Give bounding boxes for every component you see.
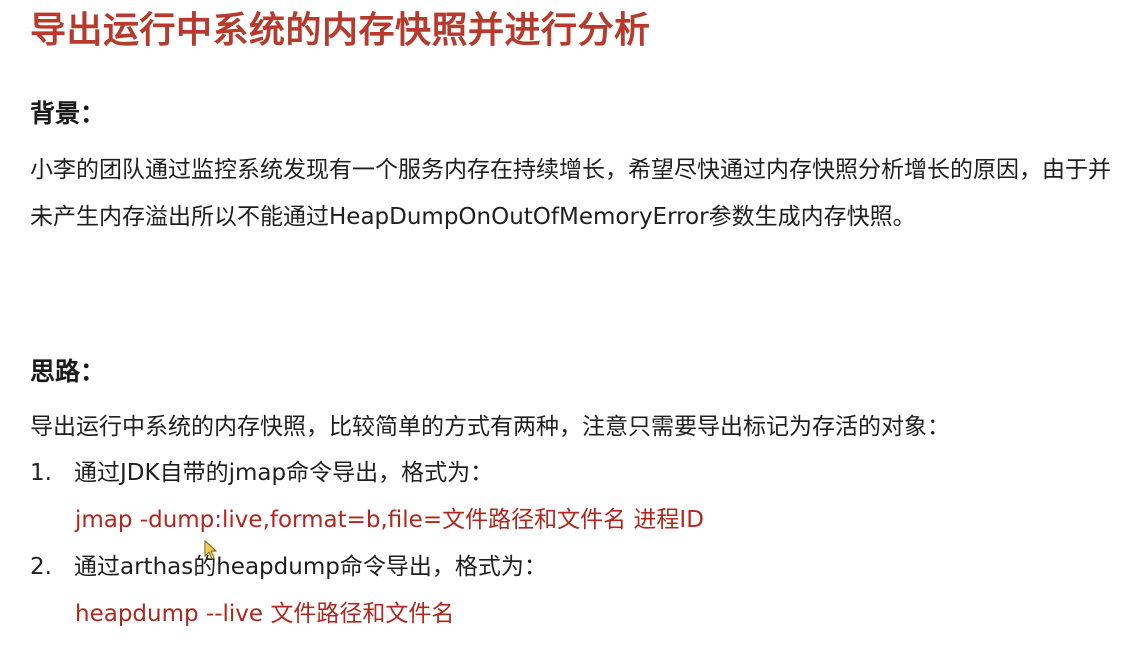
list-number: 1. bbox=[30, 460, 52, 486]
approach-heading: 思路： bbox=[30, 357, 106, 386]
background-paragraph: 小李的团队通过监控系统发现有一个服务内存在持续增长，希望尽快通过内存快照分析增长… bbox=[30, 157, 1111, 230]
mouse-pointer-icon bbox=[204, 540, 217, 560]
slide: 导出运行中系统的内存快照并进行分析 背景： 小李的团队通过监控系统发现有一个服务… bbox=[0, 0, 1122, 646]
list-item-jmap: 1. 通过JDK自带的jmap命令导出，格式为： bbox=[30, 450, 493, 497]
jmap-command: jmap -dump:live,format=b,file=文件路径和文件名 进… bbox=[75, 507, 704, 533]
heapdump-command: heapdump --live 文件路径和文件名 bbox=[75, 601, 455, 627]
approach-intro: 导出运行中系统的内存快照，比较简单的方式有两种，注意只需要导出标记为存活的对象： bbox=[30, 414, 950, 440]
page-title: 导出运行中系统的内存快照并进行分析 bbox=[30, 10, 651, 51]
background-heading: 背景： bbox=[30, 99, 106, 128]
list-number: 2. bbox=[30, 554, 52, 580]
list-item-text: 通过JDK自带的jmap命令导出，格式为： bbox=[74, 460, 494, 486]
list-item-text: 通过arthas的heapdump命令导出，格式为： bbox=[74, 554, 547, 580]
list-item-arthas: 2. 通过arthas的heapdump命令导出，格式为： bbox=[30, 544, 547, 591]
